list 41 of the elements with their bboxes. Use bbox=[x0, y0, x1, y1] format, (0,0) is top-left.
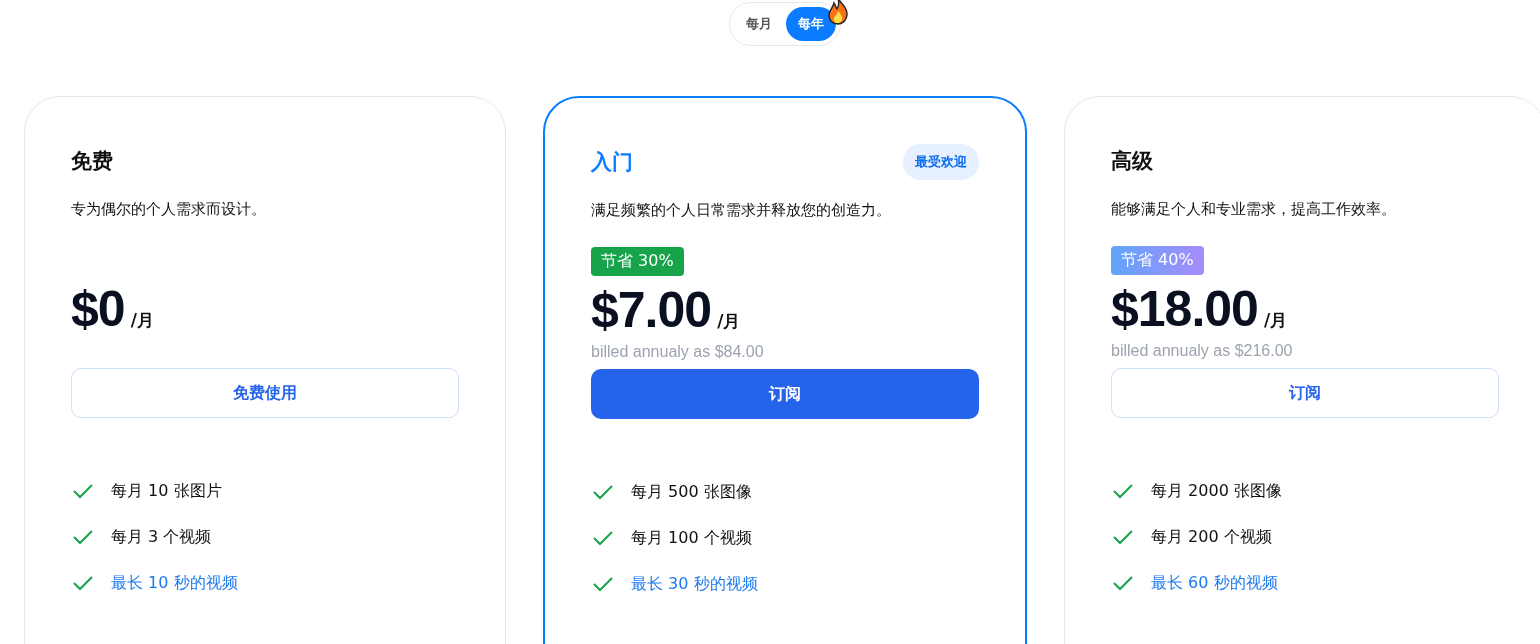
billing-option[interactable]: 每年 bbox=[786, 7, 836, 41]
price-unit: /月 bbox=[1263, 309, 1288, 332]
feature-text: 每月 500 张图像 bbox=[631, 481, 752, 503]
price: $7.00 bbox=[591, 281, 712, 339]
feature-text: 每月 10 张图片 bbox=[111, 480, 222, 502]
popular-badge: 最受欢迎 bbox=[903, 144, 979, 180]
savings-badge: 节省 30% bbox=[591, 247, 684, 276]
plan-description: 专为偶尔的个人需求而设计。 bbox=[71, 199, 267, 219]
plan-description: 满足频繁的个人日常需求并释放您的创造力。 bbox=[591, 200, 892, 220]
plan-button[interactable]: 订阅 bbox=[1111, 368, 1499, 418]
check-icon bbox=[1113, 575, 1133, 591]
plan-button[interactable]: 订阅 bbox=[591, 369, 979, 419]
price-unit: /月 bbox=[717, 310, 741, 333]
feature-text: 最长 30 秒的视频 bbox=[631, 573, 758, 595]
check-icon bbox=[1113, 483, 1133, 499]
feature-text: 每月 200 个视频 bbox=[1151, 526, 1272, 548]
savings-badge: 节省 40% bbox=[1111, 246, 1204, 275]
check-icon bbox=[593, 484, 613, 500]
price: $0 bbox=[71, 280, 125, 338]
price-unit: /月 bbox=[130, 309, 154, 332]
billing-note: billed annualy as $216.00 bbox=[1111, 342, 1293, 360]
check-icon bbox=[593, 530, 613, 546]
feature-text: 最长 10 秒的视频 bbox=[111, 572, 238, 594]
feature-text: 每月 2000 张图像 bbox=[1151, 480, 1282, 502]
check-icon bbox=[73, 483, 93, 499]
check-icon bbox=[1113, 529, 1133, 545]
plan-name: 入门 bbox=[591, 149, 633, 176]
plan-name: 高级 bbox=[1111, 148, 1153, 175]
feature-text: 每月 100 个视频 bbox=[631, 527, 752, 549]
billing-note: billed annualy as $84.00 bbox=[591, 343, 764, 361]
check-icon bbox=[73, 575, 93, 591]
feature-text: 最长 60 秒的视频 bbox=[1151, 572, 1278, 594]
flame-icon bbox=[826, 0, 850, 25]
check-icon bbox=[593, 576, 613, 592]
plan-name: 免费 bbox=[71, 148, 113, 175]
feature-text: 每月 3 个视频 bbox=[111, 526, 212, 548]
check-icon bbox=[73, 529, 93, 545]
plan-description: 能够满足个人和专业需求，提高工作效率。 bbox=[1111, 199, 1397, 219]
price: $18.00 bbox=[1111, 280, 1258, 338]
plan-button[interactable]: 免费使用 bbox=[71, 368, 459, 418]
billing-option[interactable]: 每月 bbox=[734, 7, 784, 41]
